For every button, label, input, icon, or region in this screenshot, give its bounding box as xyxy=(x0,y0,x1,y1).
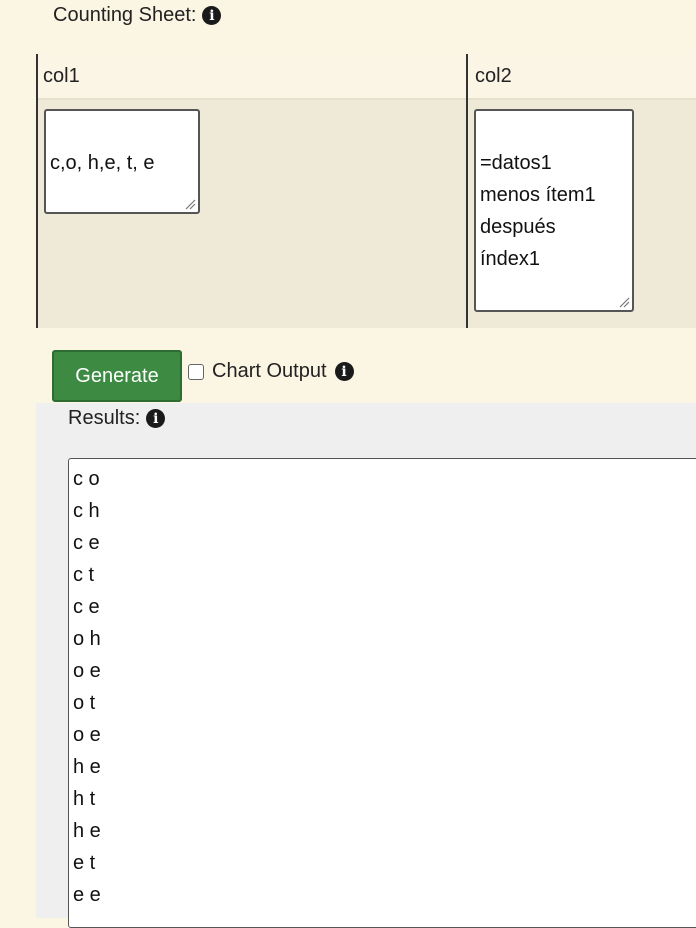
resize-handle-icon[interactable] xyxy=(618,296,630,308)
counting-sheet-table: col1 col2 c,o, h,e, t, e =datos1 menos í… xyxy=(36,54,696,328)
col1-textarea-value: c,o, h,e, t, e xyxy=(50,152,155,174)
results-panel: Results: i c o c h c e c t c e o h o e o… xyxy=(36,403,696,928)
result-line: h e xyxy=(73,820,101,842)
result-line: e t xyxy=(73,852,96,874)
result-line: c t xyxy=(73,564,95,586)
results-title: Results: i xyxy=(68,407,166,430)
col1-textarea[interactable]: c,o, h,e, t, e xyxy=(44,109,200,214)
result-line: h t xyxy=(73,788,96,810)
info-icon[interactable]: i xyxy=(146,409,166,428)
generate-button[interactable]: Generate xyxy=(52,350,182,402)
resize-handle-icon[interactable] xyxy=(184,198,196,210)
page-margin xyxy=(0,0,36,918)
result-line: c e xyxy=(73,596,100,618)
result-line: h e xyxy=(73,756,101,778)
chart-output-label[interactable]: Chart Output xyxy=(212,360,327,383)
result-line: c e xyxy=(73,532,100,554)
info-icon[interactable]: i xyxy=(334,362,354,381)
result-line: c h xyxy=(73,500,100,522)
result-line: o e xyxy=(73,660,101,682)
column-divider xyxy=(466,54,468,328)
counting-sheet-title: Counting Sheet: i xyxy=(53,4,222,27)
result-line: c o xyxy=(73,468,100,490)
col2-header-label: col2 xyxy=(475,64,512,87)
result-line: o t xyxy=(73,692,96,714)
result-line: e e xyxy=(73,884,101,906)
col1-header-label: col1 xyxy=(43,64,80,87)
results-label: Results: xyxy=(68,407,141,429)
result-line: o e xyxy=(73,724,101,746)
col1-header: col1 xyxy=(36,54,466,100)
col2-textarea-value: =datos1 menos ítem1 después índex1 xyxy=(480,152,596,270)
info-icon[interactable]: i xyxy=(202,6,222,25)
counting-sheet-label: Counting Sheet: xyxy=(53,4,197,26)
chart-output-option: Chart Output i xyxy=(188,360,354,383)
results-output[interactable]: c o c h c e c t c e o h o e o t o e h e … xyxy=(68,458,696,928)
column-divider xyxy=(36,54,38,328)
result-line: o h xyxy=(73,628,101,650)
col2-textarea[interactable]: =datos1 menos ítem1 después índex1 xyxy=(474,109,634,312)
col2-header: col2 xyxy=(468,54,696,100)
chart-output-checkbox[interactable] xyxy=(188,363,204,380)
